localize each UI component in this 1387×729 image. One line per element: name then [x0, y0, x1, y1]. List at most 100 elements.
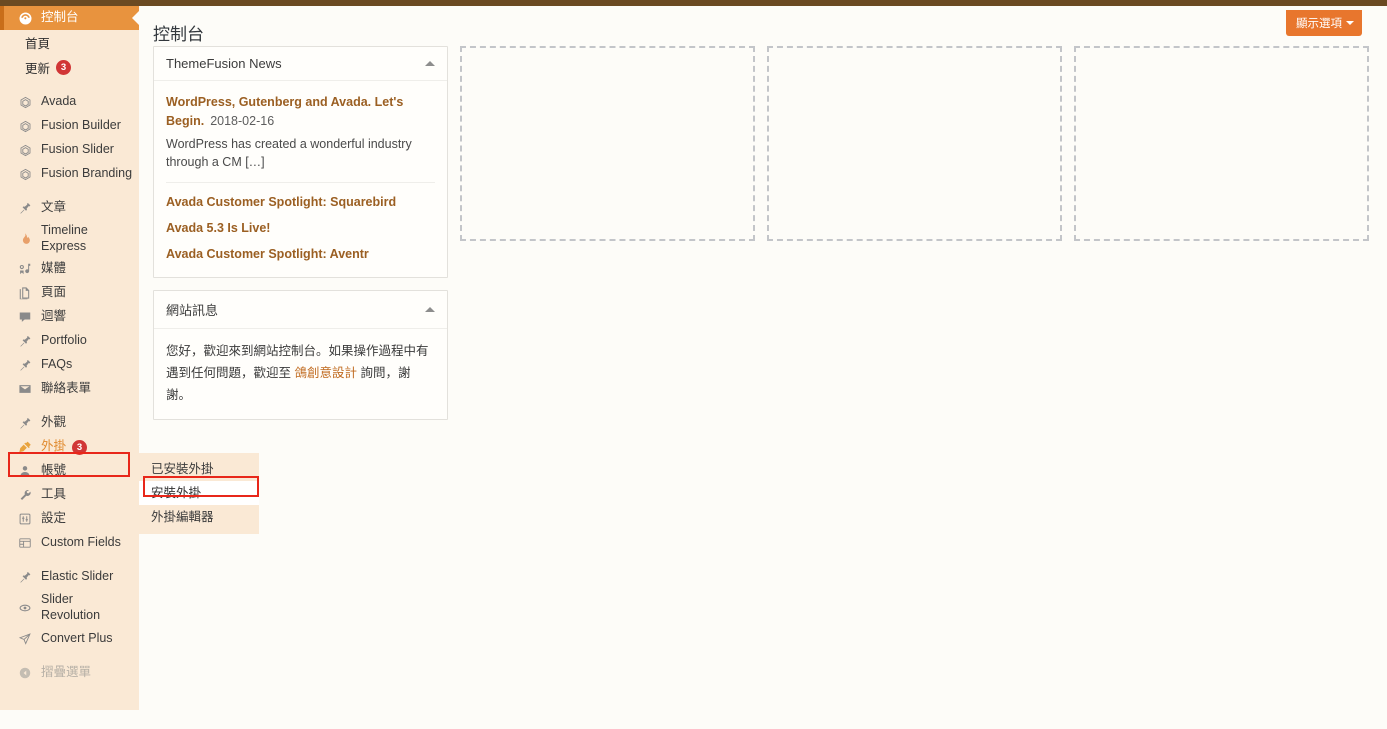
- updates-badge: 3: [56, 60, 72, 75]
- sidebar-item-label: 控制台: [41, 10, 79, 25]
- dashboard-column-4: [1074, 46, 1369, 432]
- sidebar-item-timeline-express[interactable]: Timeline Express: [0, 220, 139, 257]
- sidebar-subitem-home[interactable]: 首頁: [0, 30, 139, 55]
- screen-options-button[interactable]: 顯示選項: [1286, 10, 1362, 36]
- pin-icon: [16, 568, 34, 586]
- admin-bar: [0, 0, 1387, 6]
- sidebar-item-label: Slider Revolution: [41, 592, 101, 622]
- menu-separator: [0, 80, 139, 90]
- sidebar-item-label: Avada: [41, 94, 77, 109]
- sidebar-item-avada[interactable]: Avada: [0, 90, 139, 114]
- widget-header[interactable]: 網站訊息: [154, 291, 447, 330]
- news-link[interactable]: Avada Customer Spotlight: Squarebird: [166, 195, 396, 209]
- sidebar-item-label: Portfolio: [41, 333, 87, 348]
- news-link[interactable]: Avada Customer Spotlight: Aventr: [166, 247, 369, 261]
- avada-hex-icon: [16, 93, 34, 111]
- sidebar-item-fusion-builder[interactable]: Fusion Builder: [0, 114, 139, 138]
- fields-icon: [16, 534, 34, 552]
- sidebar-item-elastic-slider[interactable]: Elastic Slider: [0, 565, 139, 589]
- sidebar-item-label: 聯絡表單: [41, 381, 92, 396]
- list-item: WordPress, Gutenberg and Avada. Let's Be…: [166, 93, 435, 182]
- sidebar-item-slider-revolution[interactable]: Slider Revolution: [0, 589, 139, 626]
- sidebar-subitem-label: 更新: [25, 62, 51, 76]
- media-icon: [16, 260, 34, 278]
- flame-icon: [16, 230, 34, 248]
- chevron-down-icon: [1346, 21, 1354, 25]
- sidebar-item-contact-form[interactable]: 聯絡表單: [0, 377, 139, 401]
- sidebar-item-label: 工具: [41, 487, 67, 502]
- menu-separator: [0, 401, 139, 411]
- widget-dropzone-4[interactable]: [1074, 46, 1369, 241]
- plugins-flyout-submenu: 已安裝外掛 安裝外掛 外掛編輯器: [132, 453, 259, 535]
- sidebar-item-portfolio[interactable]: Portfolio: [0, 329, 139, 353]
- flyout-item-label: 外掛編輯器: [151, 510, 214, 525]
- sidebar-item-label: Fusion Slider: [41, 142, 114, 157]
- revolution-icon: [16, 599, 34, 617]
- dashboard-column-2: [460, 46, 755, 432]
- news-list: WordPress, Gutenberg and Avada. Let's Be…: [166, 93, 435, 265]
- chevron-up-icon[interactable]: [425, 61, 435, 66]
- news-link[interactable]: WordPress, Gutenberg and Avada. Let's Be…: [166, 95, 403, 128]
- chevron-up-icon[interactable]: [425, 307, 435, 313]
- avada-hex-icon: [16, 117, 34, 135]
- sidebar-item-label: 外觀: [41, 415, 67, 430]
- envelope-icon: [16, 380, 34, 398]
- site-message-link[interactable]: 鴿創意設計: [294, 366, 357, 380]
- sidebar-item-fusion-branding[interactable]: Fusion Branding: [0, 162, 139, 186]
- sidebar-item-label: 摺疊選單: [41, 664, 92, 679]
- sidebar-item-label: 媒體: [41, 261, 67, 276]
- list-item: Avada Customer Spotlight: Squarebird: [166, 182, 435, 219]
- flyout-item-installed-plugins[interactable]: 已安裝外掛: [139, 457, 259, 481]
- user-icon: [16, 462, 34, 480]
- sidebar-item-custom-fields[interactable]: Custom Fields: [0, 531, 139, 555]
- collapse-icon: [16, 664, 34, 682]
- sidebar-item-faqs[interactable]: FAQs: [0, 353, 139, 377]
- sidebar-item-dashboard[interactable]: 控制台: [0, 6, 140, 30]
- admin-sidebar: 控制台 首頁 更新 3 Avada Fusion Builder Fusion …: [0, 6, 140, 710]
- site-message-text: 您好，歡迎來到網站控制台。如果操作過程中有遇到任何問題，歡迎至 鴿創意設計 詢問…: [166, 341, 435, 407]
- sidebar-item-settings[interactable]: 設定: [0, 507, 139, 531]
- page-title: 控制台: [153, 25, 204, 44]
- sidebar-item-media[interactable]: 媒體: [0, 257, 139, 281]
- widget-dropzone-3[interactable]: [767, 46, 1062, 241]
- sidebar-item-label: FAQs: [41, 357, 73, 372]
- widget-themefusion-news: ThemeFusion News WordPress, Gutenberg an…: [153, 46, 448, 279]
- widget-body: WordPress, Gutenberg and Avada. Let's Be…: [154, 81, 447, 277]
- pin-icon: [16, 199, 34, 217]
- sidebar-item-label: Fusion Branding: [41, 166, 133, 181]
- sidebar-item-label: 外掛: [41, 439, 67, 454]
- sidebar-item-convert-plus[interactable]: Convert Plus: [0, 627, 139, 651]
- sidebar-item-label: Timeline Express: [41, 223, 88, 253]
- sidebar-item-label: Convert Plus: [41, 630, 113, 645]
- screen-options-label: 顯示選項: [1296, 18, 1342, 30]
- sidebar-item-appearance[interactable]: 外觀: [0, 411, 139, 435]
- dashboard-column-1: ThemeFusion News WordPress, Gutenberg an…: [153, 46, 448, 432]
- sidebar-item-label: Custom Fields: [41, 535, 121, 550]
- widget-header[interactable]: ThemeFusion News: [154, 47, 447, 81]
- sidebar-item-tools[interactable]: 工具: [0, 483, 139, 507]
- widget-site-message: 網站訊息 您好，歡迎來到網站控制台。如果操作過程中有遇到任何問題，歡迎至 鴿創意…: [153, 290, 448, 420]
- dashboard-icon: [16, 9, 34, 27]
- flyout-item-plugin-editor[interactable]: 外掛編輯器: [139, 505, 259, 529]
- sidebar-subitem-updates[interactable]: 更新 3: [0, 55, 139, 80]
- sidebar-item-pages[interactable]: 頁面: [0, 281, 139, 305]
- sidebar-item-collapse-menu[interactable]: 摺疊選單: [0, 661, 139, 685]
- page-icon: [16, 284, 34, 302]
- sidebar-item-comments[interactable]: 迴響: [0, 305, 139, 329]
- brush-icon: [16, 414, 34, 432]
- menu-separator: [0, 186, 139, 196]
- sidebar-item-label: 迴響: [41, 309, 67, 324]
- sidebar-item-fusion-slider[interactable]: Fusion Slider: [0, 138, 139, 162]
- menu-separator: [0, 555, 139, 565]
- news-date: 2018-02-16: [210, 113, 275, 128]
- flyout-item-label: 安裝外掛: [151, 486, 202, 501]
- sidebar-item-label: 頁面: [41, 285, 67, 300]
- settings-icon: [16, 510, 34, 528]
- sidebar-item-label: 文章: [41, 200, 67, 215]
- sidebar-item-users[interactable]: 帳號: [0, 459, 139, 483]
- sidebar-item-plugins[interactable]: 外掛 3: [0, 435, 139, 459]
- flyout-item-add-plugin[interactable]: 安裝外掛: [139, 481, 259, 506]
- sidebar-item-posts[interactable]: 文章: [0, 196, 139, 220]
- widget-dropzone-2[interactable]: [460, 46, 755, 241]
- news-link[interactable]: Avada 5.3 Is Live!: [166, 221, 270, 235]
